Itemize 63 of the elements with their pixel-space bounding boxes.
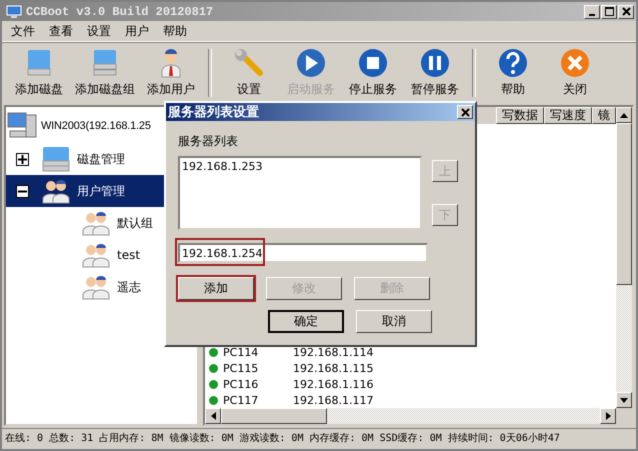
pause-icon — [418, 47, 452, 79]
column-header[interactable]: 写数据 — [496, 107, 544, 124]
toolbar-button[interactable]: 暂停服务 — [404, 45, 466, 101]
input-field[interactable]: 192.168.1.254 — [178, 243, 428, 263]
toolbar-button[interactable]: 添加磁盘 — [8, 45, 70, 101]
maximize-button[interactable] — [601, 4, 617, 18]
close-icon — [622, 7, 630, 16]
menu-item[interactable]: 文件 — [4, 22, 42, 40]
down-arrow-icon[interactable] — [620, 398, 628, 402]
close-icon — [558, 47, 592, 79]
right-arrow-icon[interactable] — [606, 412, 610, 420]
toolbar-button[interactable]: 停止服务 — [342, 45, 404, 101]
menu-item[interactable]: 用户 — [118, 22, 156, 40]
expander-icon[interactable] — [16, 152, 29, 166]
maximize-icon — [604, 7, 614, 16]
column-header[interactable]: 写速度 — [544, 107, 592, 124]
table-cell-text: PC114 — [223, 346, 260, 358]
users-icon — [41, 178, 71, 204]
list-item[interactable]: 192.168.1.253 — [182, 160, 418, 173]
toolbar-button[interactable]: 添加用户 — [140, 45, 202, 101]
table-cell: 192.168.1.114 — [293, 346, 374, 358]
toolbar-button[interactable]: 关闭 — [544, 45, 606, 101]
tree-item[interactable]: WIN2003(192.168.1.25 — [41, 120, 151, 132]
table-cell-text: PC116 — [223, 378, 260, 390]
minimize-button[interactable] — [584, 4, 600, 18]
status-bar: 在线: 0 总数: 31 占用内存: 8M 镜像读数: 0M 游戏读数: 0M 内存缓存: 0M SSD缓存: 0M 持续时间: 0天06小时47 — [2, 428, 636, 449]
table-cell: 192.168.1.117 — [293, 394, 374, 406]
monitor-icon — [6, 4, 22, 18]
dialog-button[interactable]: 添加 — [178, 277, 254, 300]
toolbar-button[interactable]: 帮助 — [482, 45, 544, 101]
column-header[interactable]: 镜 — [592, 107, 616, 124]
expander-icon[interactable] — [16, 184, 29, 198]
left-arrow-icon[interactable] — [210, 412, 216, 420]
users-icon — [81, 274, 111, 300]
dialog-title: 服务器列表设置 — [168, 104, 259, 121]
menu-item[interactable]: 查看 — [42, 22, 80, 40]
dialog-button[interactable]: 取消 — [356, 310, 432, 333]
table-cell-text: PC115 — [223, 362, 260, 374]
users-icon — [81, 242, 111, 268]
users-icon — [81, 210, 111, 236]
close-button[interactable] — [618, 4, 634, 18]
window-title: CCBoot v3.0 Build 20120817 — [26, 4, 214, 18]
menu-item[interactable]: 设置 — [80, 22, 118, 40]
toolbar-button[interactable]: 添加磁盘组 — [70, 45, 140, 101]
list-label: 服务器列表 — [178, 133, 239, 150]
vertical-scrollbar[interactable] — [616, 107, 632, 424]
dialog-button[interactable]: 确定 — [268, 310, 344, 333]
server-list[interactable]: 192.168.1.253 — [178, 156, 422, 230]
horizontal-scrollbar[interactable] — [205, 408, 616, 424]
table-cell-text: PC117 — [223, 394, 260, 406]
close-button[interactable] — [457, 105, 473, 119]
menu-item[interactable]: 帮助 — [156, 22, 194, 40]
play-icon — [294, 47, 328, 79]
close-icon — [460, 108, 470, 116]
table-cell: 192.168.1.116 — [293, 378, 374, 390]
table-cell: 192.168.1.115 — [293, 362, 374, 374]
stop-icon — [356, 47, 390, 79]
help-icon — [496, 47, 530, 79]
minimize-icon — [589, 14, 595, 16]
up-arrow-icon[interactable] — [620, 112, 628, 118]
wrench-icon — [232, 47, 266, 79]
toolbar-button[interactable]: 设置 — [218, 45, 280, 101]
disk-icon — [41, 145, 71, 173]
